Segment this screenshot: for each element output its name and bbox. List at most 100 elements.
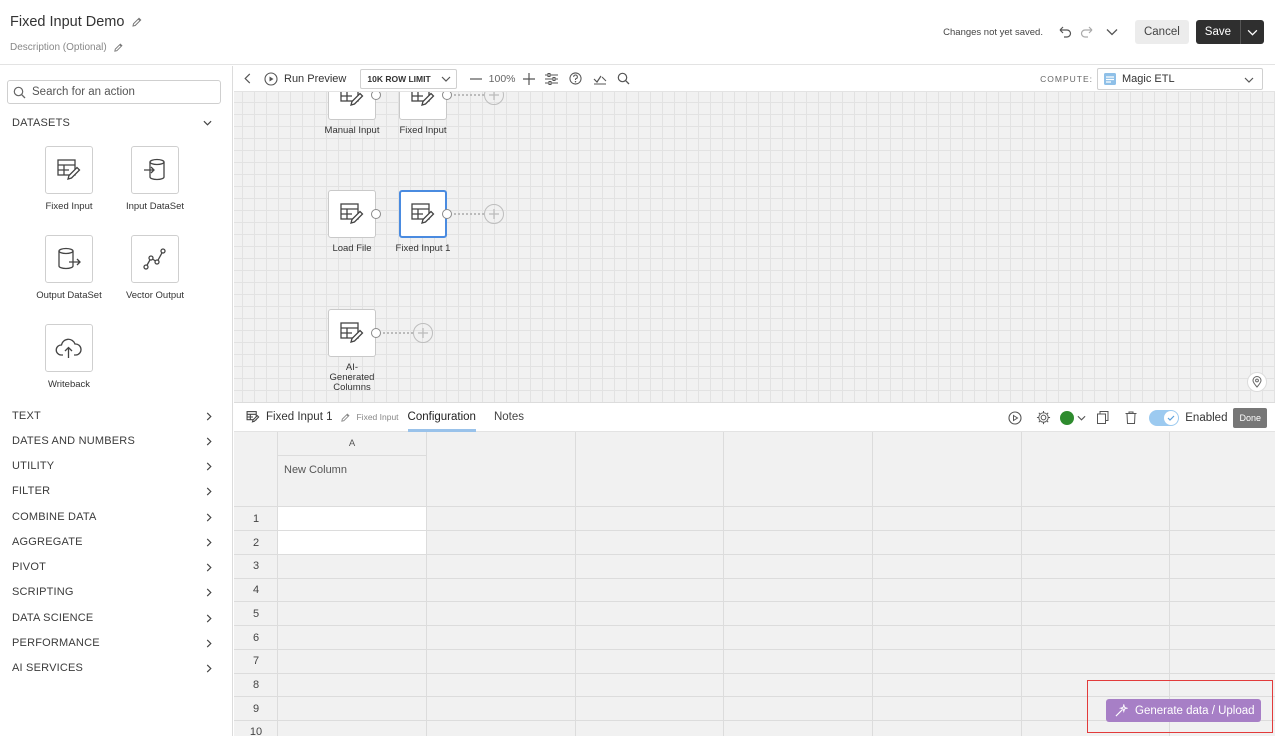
tile-label: Output DataSet bbox=[36, 290, 102, 301]
search-input[interactable] bbox=[32, 86, 212, 98]
add-tile-plus-icon[interactable] bbox=[413, 323, 433, 343]
tile-output-dataset[interactable]: Output DataSet bbox=[29, 235, 109, 301]
category-utility[interactable]: UTILITY bbox=[12, 459, 212, 473]
category-data-science[interactable]: DATA SCIENCE bbox=[12, 611, 212, 625]
chevron-right-icon bbox=[206, 436, 212, 446]
canvas-node-ai-generated-columns[interactable]: AI-Generated Columns bbox=[312, 309, 392, 393]
cancel-button[interactable]: Cancel bbox=[1134, 20, 1189, 44]
save-button[interactable]: Save bbox=[1195, 20, 1240, 44]
fixed-input-icon bbox=[246, 410, 260, 424]
column-name-cell[interactable]: New Column bbox=[278, 456, 426, 506]
rename-tile-icon[interactable] bbox=[340, 412, 351, 423]
category-filter[interactable]: FILTER bbox=[12, 484, 212, 498]
history-dropdown-icon[interactable] bbox=[1101, 21, 1123, 43]
tab-notes[interactable]: Notes bbox=[494, 402, 524, 432]
fixed-input-icon bbox=[340, 322, 364, 343]
enabled-label: Enabled bbox=[1185, 411, 1228, 424]
undo-icon[interactable] bbox=[1053, 21, 1075, 43]
node-label: AI-Generated Columns bbox=[329, 362, 375, 393]
tile-writeback[interactable]: Writeback bbox=[29, 324, 109, 390]
category-combine-data[interactable]: COMBINE DATA bbox=[12, 510, 212, 524]
dataflow-canvas[interactable]: Manual Input Fixed Input Load File Fixed… bbox=[234, 92, 1275, 402]
tile-editor-actions: Enabled Done bbox=[1001, 407, 1267, 428]
category-label: AGGREGATE bbox=[12, 536, 83, 548]
category-datasets[interactable]: DATASETS bbox=[12, 116, 212, 130]
delete-trash-icon[interactable] bbox=[1117, 411, 1145, 424]
fixed-input-icon bbox=[57, 159, 81, 180]
category-aggregate[interactable]: AGGREGATE bbox=[12, 535, 212, 549]
run-tile-icon[interactable] bbox=[1001, 410, 1029, 425]
chevron-down-icon bbox=[441, 76, 451, 82]
tab-configuration[interactable]: Configuration bbox=[407, 402, 476, 432]
description-field[interactable]: Description (Optional) bbox=[10, 42, 107, 53]
chevron-right-icon bbox=[206, 411, 212, 421]
grid-cell[interactable] bbox=[278, 507, 426, 530]
compute-label: COMPUTE: bbox=[1040, 74, 1093, 84]
grid-cell[interactable] bbox=[278, 531, 426, 554]
node-label: Load File bbox=[332, 243, 372, 254]
run-preview-button[interactable]: Run Preview bbox=[264, 71, 346, 86]
canvas-node-manual-input[interactable]: Manual Input bbox=[312, 92, 392, 136]
redo-icon[interactable] bbox=[1077, 21, 1099, 43]
recenter-map-pin-icon[interactable] bbox=[1247, 372, 1267, 392]
help-icon[interactable] bbox=[564, 72, 588, 85]
node-label: Manual Input bbox=[324, 125, 380, 136]
zoom-out-icon[interactable] bbox=[469, 77, 483, 80]
edit-description-icon[interactable] bbox=[113, 42, 124, 53]
settings-gear-icon[interactable] bbox=[1029, 410, 1057, 425]
save-options-button[interactable] bbox=[1240, 20, 1264, 44]
output-port[interactable] bbox=[371, 328, 381, 338]
chevron-right-icon bbox=[206, 587, 212, 597]
dataflow-title[interactable]: Fixed Input Demo bbox=[10, 14, 124, 30]
validate-icon[interactable] bbox=[588, 73, 612, 85]
row-number: 6 bbox=[252, 632, 260, 644]
category-label: DATA SCIENCE bbox=[12, 612, 94, 624]
row-number: 5 bbox=[252, 608, 260, 620]
sparkle-wand-icon bbox=[1115, 704, 1128, 717]
row-limit-select[interactable]: 10K ROW LIMIT bbox=[360, 68, 457, 89]
canvas-search-icon[interactable] bbox=[612, 72, 636, 85]
category-performance[interactable]: PERFORMANCE bbox=[12, 636, 212, 650]
action-panel: DATASETS Fixed Input Input DataSet Outpu… bbox=[0, 66, 233, 736]
dataflow-title-group: Fixed Input Demo bbox=[10, 14, 143, 30]
save-status: Changes not yet saved. bbox=[943, 26, 1043, 38]
canvas-node-fixed-input[interactable]: Fixed Input bbox=[383, 92, 463, 136]
tile-vector-output[interactable]: Vector Output bbox=[115, 235, 195, 301]
action-search[interactable] bbox=[7, 80, 221, 104]
category-ai-services[interactable]: AI SERVICES bbox=[12, 661, 212, 675]
fixed-input-icon bbox=[411, 203, 435, 224]
generate-data-upload-button[interactable]: Generate data / Upload bbox=[1106, 699, 1261, 722]
category-dates-and-numbers[interactable]: DATES AND NUMBERS bbox=[12, 434, 212, 448]
tile-label: Fixed Input bbox=[45, 201, 93, 212]
input-dataset-icon bbox=[144, 158, 165, 181]
add-tile-plus-icon[interactable] bbox=[484, 92, 504, 105]
tile-name[interactable]: Fixed Input 1 bbox=[266, 411, 332, 423]
row-number: 3 bbox=[252, 560, 260, 572]
sliders-icon[interactable] bbox=[540, 72, 564, 85]
chevron-down-icon bbox=[1077, 415, 1086, 421]
tile-color-picker[interactable] bbox=[1057, 410, 1089, 425]
duplicate-icon[interactable] bbox=[1089, 411, 1117, 424]
done-button[interactable]: Done bbox=[1233, 407, 1267, 428]
output-port[interactable] bbox=[442, 209, 452, 219]
category-scripting[interactable]: SCRIPTING bbox=[12, 585, 212, 599]
add-tile-plus-icon[interactable] bbox=[484, 204, 504, 224]
tile-fixed-input[interactable]: Fixed Input bbox=[29, 146, 109, 212]
row-number: 9 bbox=[252, 703, 260, 715]
output-port[interactable] bbox=[371, 209, 381, 219]
category-label: PERFORMANCE bbox=[12, 637, 100, 649]
column-letter-header[interactable]: A bbox=[278, 432, 426, 456]
canvas-node-load-file[interactable]: Load File bbox=[312, 190, 392, 254]
tile-type: Fixed Input bbox=[356, 412, 399, 422]
chevron-right-icon bbox=[206, 638, 212, 648]
category-text[interactable]: TEXT bbox=[12, 409, 212, 423]
generate-label: Generate data / Upload bbox=[1135, 704, 1255, 717]
enabled-toggle[interactable] bbox=[1149, 409, 1180, 426]
category-pivot[interactable]: PIVOT bbox=[12, 560, 212, 574]
collapse-panel-icon[interactable] bbox=[236, 73, 258, 84]
tile-input-dataset[interactable]: Input DataSet bbox=[115, 146, 195, 212]
edit-title-icon[interactable] bbox=[131, 16, 143, 28]
zoom-in-icon[interactable] bbox=[522, 72, 536, 85]
canvas-node-fixed-input-1[interactable]: Fixed Input 1 bbox=[383, 190, 463, 254]
compute-select[interactable]: Magic ETL bbox=[1097, 68, 1263, 90]
